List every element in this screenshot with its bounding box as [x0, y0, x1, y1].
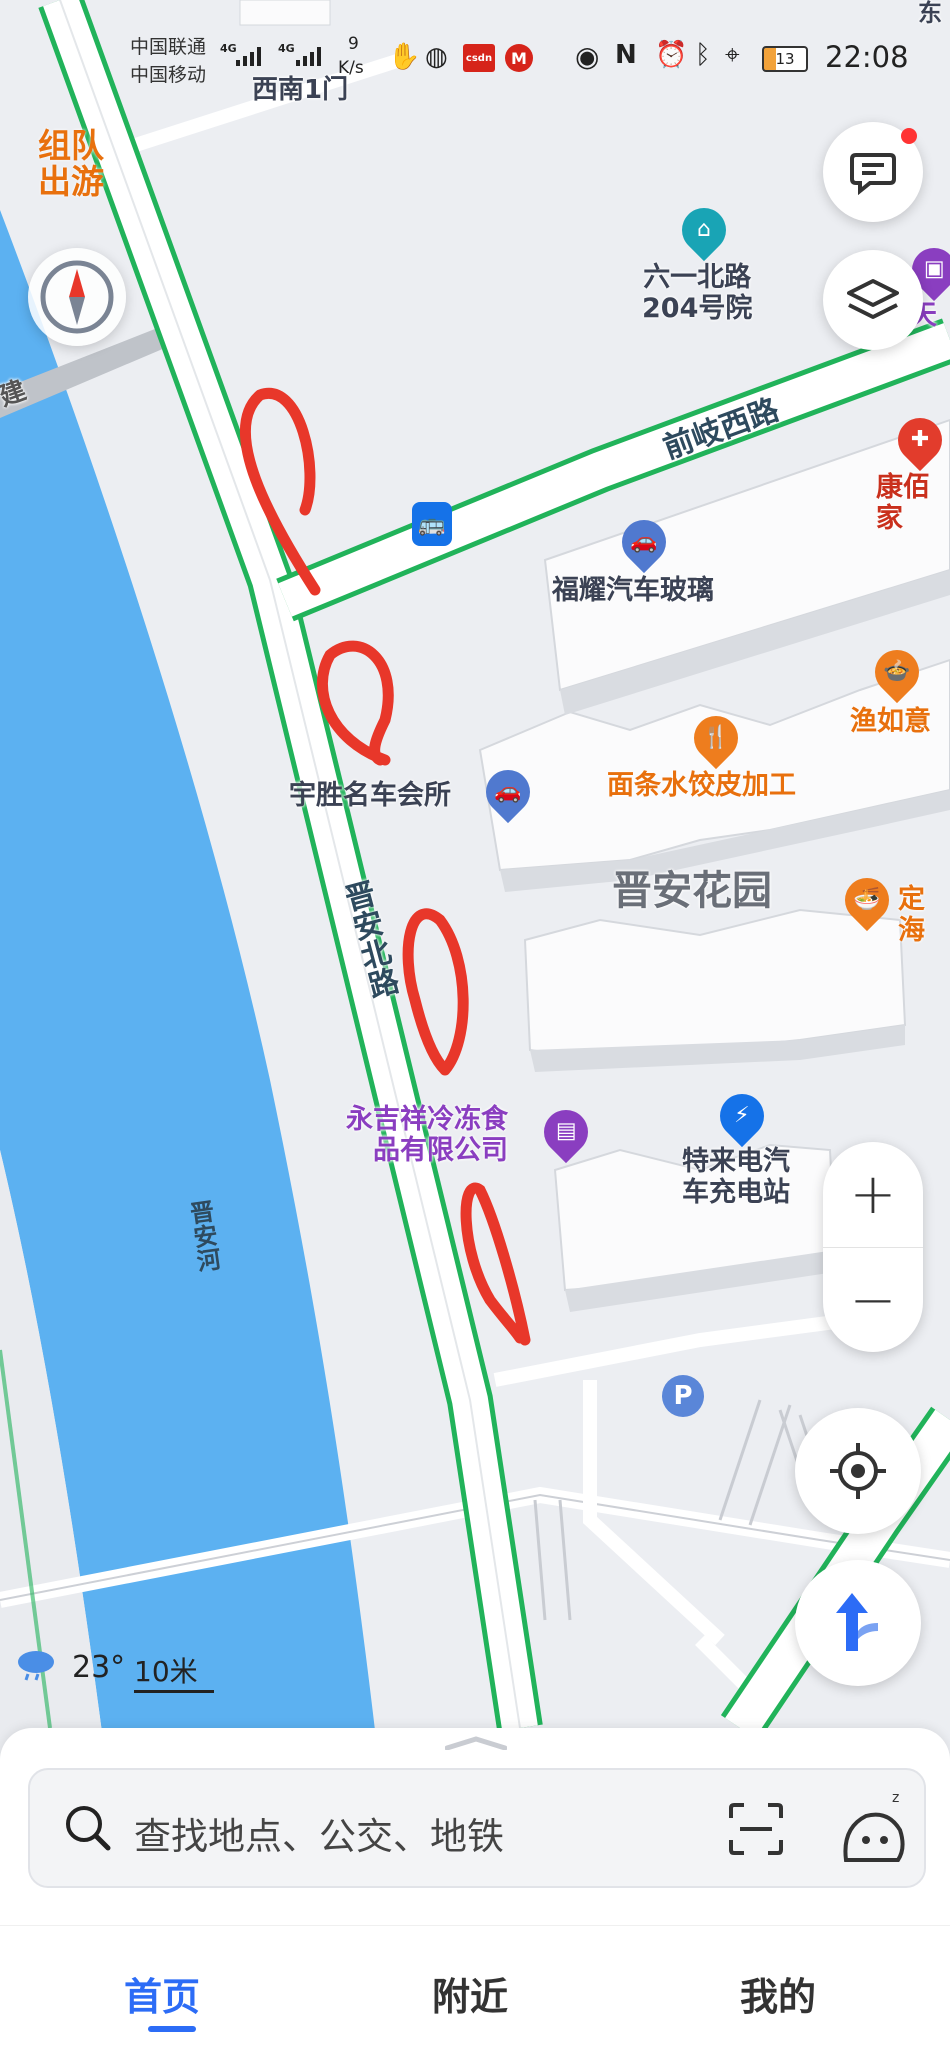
alarm-icon: ⏰ [655, 40, 688, 70]
parking-icon[interactable]: P [662, 1375, 704, 1417]
csdn-app-icon: csdn [463, 44, 495, 72]
area-label-jinan-garden[interactable]: 晋安花园 [612, 868, 772, 914]
poi-label-liuyi[interactable]: 六一北路 204号院 [642, 262, 752, 324]
search-bar[interactable]: 查找地点、公交、地铁 z [28, 1768, 926, 1888]
hand-icon: ✋ [388, 42, 421, 72]
nfc-icon: N [615, 40, 637, 70]
poi-label-yuru[interactable]: 渔如意 [850, 706, 931, 737]
poi-label-tesla-charging[interactable]: 特来电汽 车充电站 [682, 1146, 790, 1208]
bluetooth-icon: ᛒ [695, 40, 711, 70]
route-arrow-icon [836, 1593, 878, 1651]
bus-stop-icon[interactable]: 🚌 [412, 502, 452, 546]
scale-bar: 10米 [134, 1650, 214, 1693]
poi-label-noodle[interactable]: 面条水饺皮加工 [607, 770, 796, 801]
poi-label-east[interactable]: 东 [918, 0, 942, 28]
location-icon: ⌖ [725, 40, 740, 70]
tab-home[interactable]: 首页 [124, 1966, 200, 2021]
tab-mine[interactable]: 我的 [740, 1966, 816, 2021]
poi-label-kangbai[interactable]: 康佰家 [876, 472, 950, 534]
assistant-avatar-icon[interactable]: z [838, 1788, 908, 1868]
search-icon [66, 1806, 111, 1851]
tab-home-indicator [148, 2026, 196, 2032]
poi-label-yusheng[interactable]: 宇胜名车会所 [289, 780, 451, 811]
clock: 22:08 [825, 40, 909, 74]
layers-icon [847, 279, 899, 319]
signal-icon-1 [236, 44, 270, 66]
scan-icon[interactable] [728, 1802, 784, 1856]
cloud-rain-icon [16, 1648, 56, 1682]
svg-text:z: z [892, 1790, 899, 1806]
carrier-1: 中国联通 [130, 36, 207, 58]
notification-dot [901, 128, 917, 144]
locate-me-button[interactable] [795, 1408, 921, 1534]
bank-app-icon: M [505, 44, 533, 72]
route-button[interactable] [795, 1560, 921, 1686]
poi-label-fuyao[interactable]: 福耀汽车玻璃 [552, 575, 714, 606]
search-input[interactable]: 查找地点、公交、地铁 [134, 1806, 504, 1860]
eye-icon: ◉ [575, 40, 600, 73]
net-speed: 9 [348, 34, 359, 54]
poi-label-yongjixiang[interactable]: 永吉祥冷冻食 品有限公司 [346, 1104, 508, 1166]
crosshair-icon [830, 1443, 886, 1499]
weather-temperature[interactable]: 23° [72, 1650, 125, 1685]
status-bar: 中国联通 中国移动 4G 4G 9 K/s ✋ ◍ csdn M ◉ N ⏰ ᛒ… [0, 0, 950, 115]
zoom-controls: + − [823, 1142, 923, 1352]
globe-icon: ◍ [425, 42, 448, 72]
network-type-1: 4G [220, 42, 237, 55]
layers-button[interactable] [823, 250, 923, 350]
message-button[interactable] [823, 122, 923, 222]
compass-icon [40, 260, 114, 334]
zoom-in-button[interactable]: + [823, 1142, 923, 1248]
poi-label-southwest-gate[interactable]: 西南1门 [252, 75, 348, 106]
carrier-2: 中国移动 [130, 64, 207, 86]
team-trip-button[interactable]: 组队 出游 [38, 127, 104, 201]
signal-icon-2 [296, 44, 330, 66]
sheet-handle-chevron-icon[interactable] [445, 1736, 507, 1750]
compass-button[interactable] [28, 248, 126, 346]
zoom-out-button[interactable]: − [823, 1248, 923, 1353]
battery-icon: 13 [762, 46, 808, 72]
tab-bar: 首页 附近 我的 [0, 1925, 950, 2059]
network-type-2: 4G [278, 42, 295, 55]
poi-label-dinghai[interactable]: 定海 [898, 884, 950, 946]
tab-nearby[interactable]: 附近 [432, 1966, 508, 2021]
chat-icon [850, 153, 896, 195]
